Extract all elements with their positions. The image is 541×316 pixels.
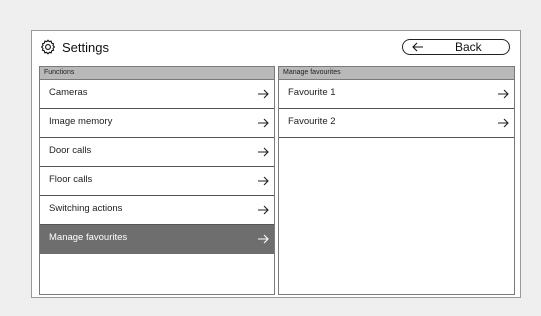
menu-item-label: Cameras — [49, 87, 88, 98]
functions-panel-header: Functions — [40, 67, 274, 80]
favourite-item-label: Favourite 1 — [288, 87, 336, 98]
title-bar: Settings — [40, 39, 109, 55]
menu-item-switching-actions[interactable]: Switching actions — [40, 196, 274, 225]
menu-item-label: Floor calls — [49, 174, 93, 185]
arrow-right-icon — [258, 205, 269, 215]
favourites-panel: Manage favourites Favourite 1 Favourite … — [278, 66, 515, 295]
arrow-right-icon — [258, 89, 269, 99]
favourite-item-1[interactable]: Favourite 1 — [279, 80, 514, 109]
back-button[interactable]: Back — [402, 39, 510, 55]
settings-window: Settings Back Functions Cameras Image me… — [31, 30, 521, 298]
menu-item-image-memory[interactable]: Image memory — [40, 109, 274, 138]
favourites-panel-header: Manage favourites — [279, 67, 514, 80]
page-title: Settings — [62, 39, 109, 55]
back-button-label: Back — [455, 40, 482, 54]
menu-item-label: Image memory — [49, 116, 113, 127]
favourite-item-2[interactable]: Favourite 2 — [279, 109, 514, 138]
arrow-right-icon — [258, 176, 269, 186]
gear-icon — [40, 39, 56, 55]
arrow-left-icon — [412, 42, 423, 52]
menu-item-floor-calls[interactable]: Floor calls — [40, 167, 274, 196]
functions-panel: Functions Cameras Image memory Door call… — [39, 66, 275, 295]
menu-item-label: Door calls — [49, 145, 92, 156]
arrow-right-icon — [498, 89, 509, 99]
menu-item-door-calls[interactable]: Door calls — [40, 138, 274, 167]
favourite-item-label: Favourite 2 — [288, 116, 336, 127]
menu-item-cameras[interactable]: Cameras — [40, 80, 274, 109]
arrow-right-icon — [258, 147, 269, 157]
arrow-right-icon — [258, 118, 269, 128]
menu-item-label: Switching actions — [49, 203, 123, 214]
menu-item-label: Manage favourites — [49, 232, 128, 243]
menu-item-manage-favourites[interactable]: Manage favourites — [40, 225, 274, 254]
arrow-right-icon — [498, 118, 509, 128]
arrow-right-icon — [258, 234, 269, 244]
